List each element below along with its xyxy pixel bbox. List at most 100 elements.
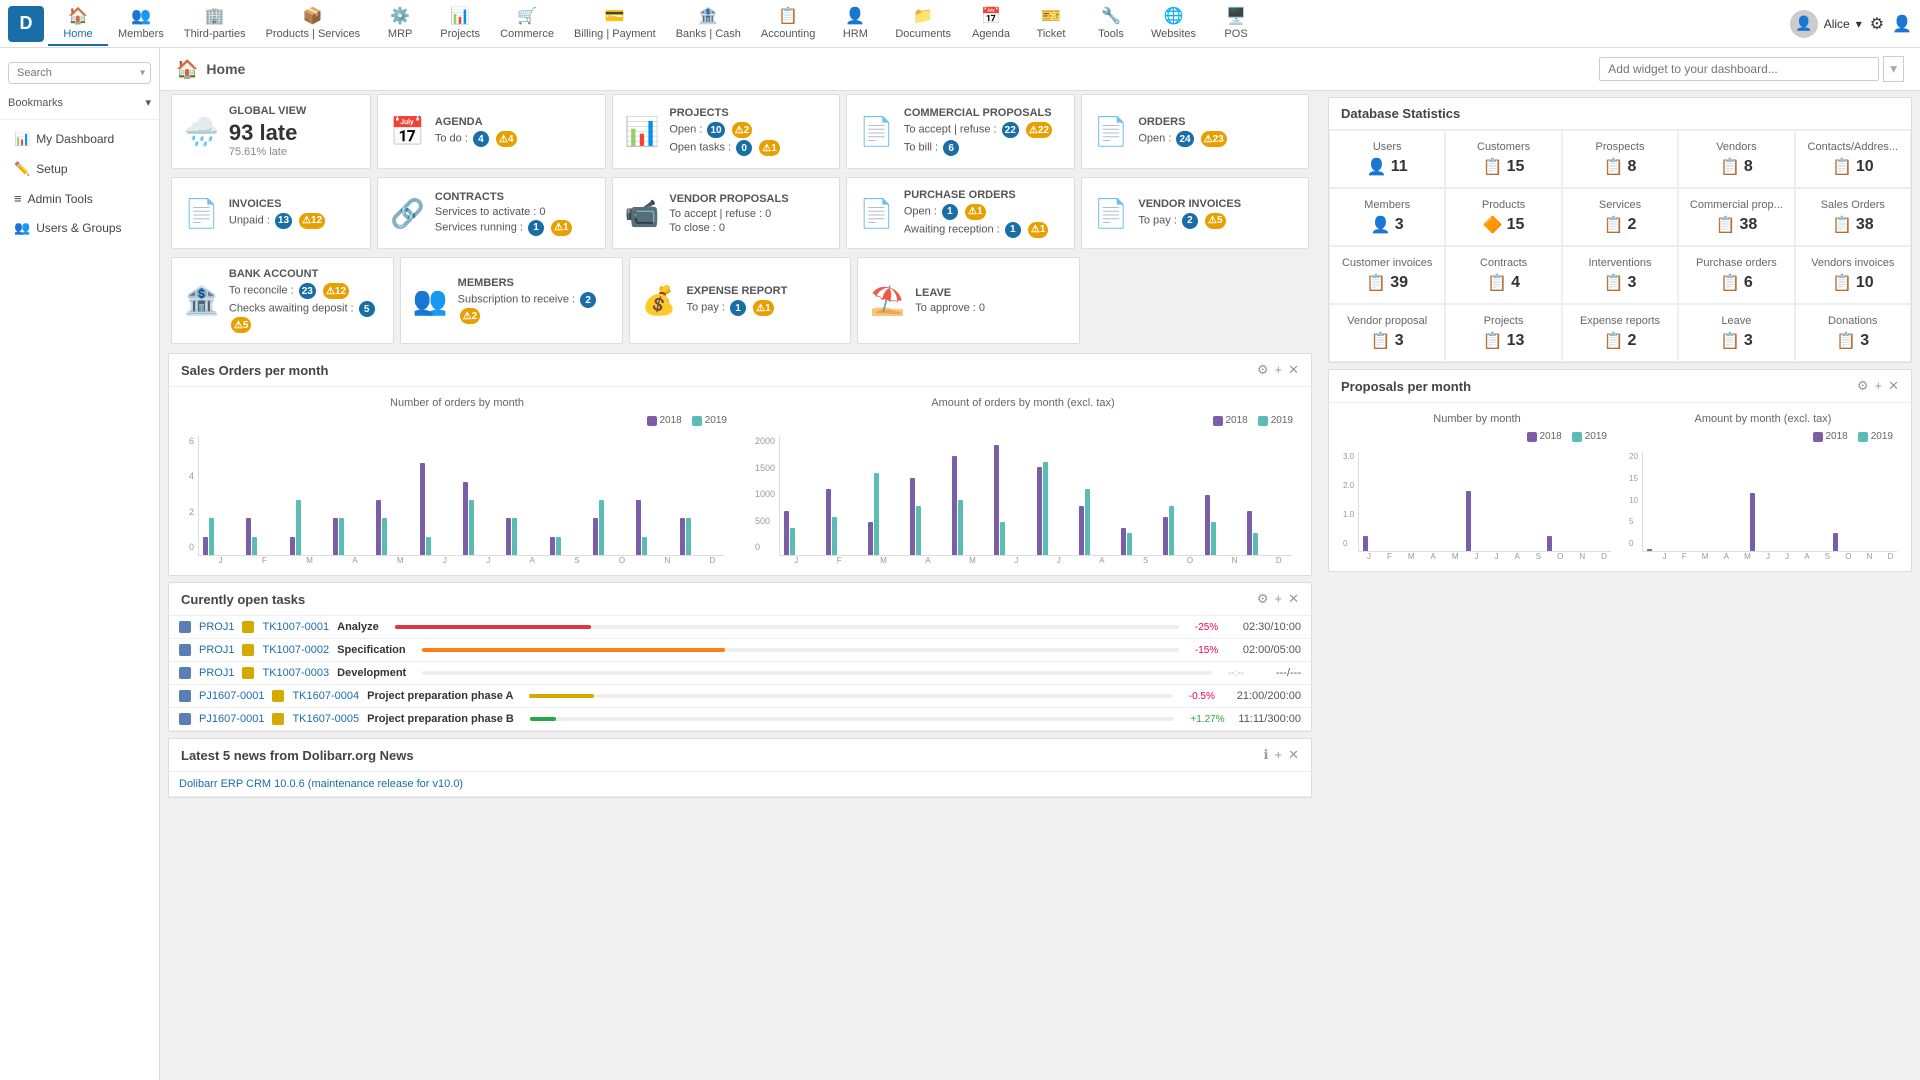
- news-close-icon[interactable]: ✕: [1288, 747, 1299, 763]
- db-stat-vendor-proposal[interactable]: Vendor proposal 📋 3: [1329, 304, 1445, 362]
- sales-amount-title: Amount of orders by month (excl. tax): [745, 397, 1301, 409]
- db-stat-sales-orders[interactable]: Sales Orders 📋 38: [1795, 188, 1911, 246]
- nav-item-mrp[interactable]: ⚙️ MRP: [370, 2, 430, 46]
- task-id-link[interactable]: TK1007-0001: [262, 621, 329, 633]
- db-stat-users[interactable]: Users 👤 11: [1329, 130, 1445, 188]
- tasks-close-icon[interactable]: ✕: [1288, 591, 1299, 607]
- breadcrumb-home-icon[interactable]: 🏠: [176, 59, 198, 80]
- nav-item-commerce[interactable]: 🛒 Commerce: [490, 2, 564, 46]
- card-leave[interactable]: ⛱️ LEAVE To approve : 0: [857, 257, 1080, 344]
- nav-item-ticket[interactable]: 🎫 Ticket: [1021, 2, 1081, 46]
- orders-title: ORDERS: [1138, 116, 1296, 128]
- db-stat-expense-reports[interactable]: Expense reports 📋 2: [1562, 304, 1678, 362]
- add-widget-dropdown-btn[interactable]: ▾: [1883, 56, 1904, 82]
- nav-item-home[interactable]: 🏠 Home: [48, 2, 108, 46]
- db-stat-customers[interactable]: Customers 📋 15: [1445, 130, 1561, 188]
- nav-item-websites[interactable]: 🌐 Websites: [1141, 2, 1206, 46]
- card-invoices[interactable]: 📄 INVOICES Unpaid : 13 ⚠12: [171, 177, 371, 249]
- proposals-add-icon[interactable]: +: [1875, 378, 1883, 394]
- news-info-icon[interactable]: ℹ: [1264, 747, 1269, 763]
- table-row[interactable]: PJ1607-0001 TK1607-0005 Project preparat…: [169, 708, 1311, 731]
- user-menu[interactable]: 👤 Alice ▾: [1790, 10, 1862, 38]
- card-purchase-orders[interactable]: 📄 PURCHASE ORDERS Open : 1 ⚠1 Awaiting r…: [846, 177, 1075, 249]
- task-proj-link[interactable]: PJ1607-0001: [199, 713, 264, 725]
- logo[interactable]: D: [8, 6, 44, 42]
- legend-dot-2018: [647, 416, 657, 426]
- nav-item-projects[interactable]: 📊 Projects: [430, 2, 490, 46]
- search-dropdown-arrow[interactable]: ▾: [140, 68, 145, 79]
- add-widget-input[interactable]: [1599, 57, 1879, 81]
- task-proj-link[interactable]: PJ1607-0001: [199, 690, 264, 702]
- home-icon: 🏠: [68, 6, 88, 26]
- nav-item-products-services[interactable]: 📦 Products | Services: [256, 2, 371, 46]
- nav-item-third-parties[interactable]: 🏢 Third-parties: [174, 2, 256, 46]
- db-stat-products[interactable]: Products 🔶 15: [1445, 188, 1561, 246]
- nav-item-tools[interactable]: 🔧 Tools: [1081, 2, 1141, 46]
- filter-icon[interactable]: ⚙: [1257, 362, 1269, 378]
- nav-item-documents[interactable]: 📁 Documents: [885, 2, 961, 46]
- db-stat-vendors-invoices[interactable]: Vendors invoices 📋 10: [1795, 246, 1911, 304]
- card-contracts[interactable]: 🔗 CONTRACTS Services to activate : 0 Ser…: [377, 177, 606, 249]
- db-stat-purchase-orders[interactable]: Purchase orders 📋 6: [1678, 246, 1794, 304]
- db-stat-contracts[interactable]: Contracts 📋 4: [1445, 246, 1561, 304]
- table-row[interactable]: PROJ1 TK1007-0001 Analyze -25% 02:30/10:…: [169, 616, 1311, 639]
- db-stat-services[interactable]: Services 📋 2: [1562, 188, 1678, 246]
- db-stat-purchase-orders-value: 📋 6: [1687, 273, 1785, 293]
- nav-item-pos[interactable]: 🖥️ POS: [1206, 2, 1266, 46]
- task-proj-link[interactable]: PROJ1: [199, 667, 234, 679]
- add-chart-icon[interactable]: +: [1275, 362, 1283, 378]
- card-projects[interactable]: 📊 PROJECTS Open : 10 ⚠2 Open tasks : 0 ⚠…: [612, 94, 841, 169]
- tasks-filter-icon[interactable]: ⚙: [1257, 591, 1269, 607]
- db-stat-customer-invoices[interactable]: Customer invoices 📋 39: [1329, 246, 1445, 304]
- settings-icon[interactable]: ⚙: [1870, 14, 1884, 34]
- table-row[interactable]: PJ1607-0001 TK1607-0004 Project preparat…: [169, 685, 1311, 708]
- task-type-icon: [272, 690, 284, 702]
- db-stat-interventions[interactable]: Interventions 📋 3: [1562, 246, 1678, 304]
- sidebar-item-users-groups[interactable]: 👥 Users & Groups: [0, 213, 159, 243]
- db-stat-donations[interactable]: Donations 📋 3: [1795, 304, 1911, 362]
- close-chart-icon[interactable]: ✕: [1288, 362, 1299, 378]
- task-id-link[interactable]: TK1007-0003: [262, 667, 329, 679]
- search-input[interactable]: [8, 62, 151, 84]
- db-stat-leave[interactable]: Leave 📋 3: [1678, 304, 1794, 362]
- card-commercial-proposals[interactable]: 📄 COMMERCIAL PROPOSALS To accept | refus…: [846, 94, 1075, 169]
- card-agenda[interactable]: 📅 AGENDA To do : 4 ⚠4: [377, 94, 606, 169]
- nav-label-accounting: Accounting: [761, 28, 815, 40]
- task-id-link[interactable]: TK1607-0005: [292, 713, 359, 725]
- nav-item-banks[interactable]: 🏦 Banks | Cash: [666, 2, 751, 46]
- db-stat-commercial-prop[interactable]: Commercial prop... 📋 38: [1678, 188, 1794, 246]
- tasks-add-icon[interactable]: +: [1275, 591, 1283, 607]
- task-proj-link[interactable]: PROJ1: [199, 644, 234, 656]
- db-stat-projects[interactable]: Projects 📋 13: [1445, 304, 1561, 362]
- proposals-close-icon[interactable]: ✕: [1888, 378, 1899, 394]
- task-id-link[interactable]: TK1007-0002: [262, 644, 329, 656]
- table-row[interactable]: PROJ1 TK1007-0003 Development --:-- ---/…: [169, 662, 1311, 685]
- db-stat-prospects[interactable]: Prospects 📋 8: [1562, 130, 1678, 188]
- card-members[interactable]: 👥 MEMBERS Subscription to receive : 2 ⚠2: [400, 257, 623, 344]
- nav-item-billing[interactable]: 💳 Billing | Payment: [564, 2, 666, 46]
- user-settings-icon[interactable]: 👤: [1892, 14, 1912, 34]
- nav-item-members[interactable]: 👥 Members: [108, 2, 174, 46]
- sidebar-item-admin-tools[interactable]: ≡ Admin Tools: [0, 184, 159, 213]
- db-stat-contacts[interactable]: Contacts/Addres... 📋 10: [1795, 130, 1911, 188]
- card-vendor-invoices[interactable]: 📄 VENDOR INVOICES To pay : 2 ⚠5: [1081, 177, 1310, 249]
- proposals-filter-icon[interactable]: ⚙: [1857, 378, 1869, 394]
- card-bank-account[interactable]: 🏦 BANK ACCOUNT To reconcile : 23 ⚠12 Che…: [171, 257, 394, 344]
- nav-item-accounting[interactable]: 📋 Accounting: [751, 2, 825, 46]
- table-row[interactable]: PROJ1 TK1007-0002 Specification -15% 02:…: [169, 639, 1311, 662]
- nav-item-hrm[interactable]: 👤 HRM: [825, 2, 885, 46]
- bookmarks-row[interactable]: Bookmarks ▾: [0, 90, 159, 115]
- card-vendor-proposals[interactable]: 📹 VENDOR PROPOSALS To accept | refuse : …: [612, 177, 841, 249]
- nav-item-agenda[interactable]: 📅 Agenda: [961, 2, 1021, 46]
- task-proj-link[interactable]: PROJ1: [199, 621, 234, 633]
- sidebar-item-setup[interactable]: ✏️ Setup: [0, 154, 159, 184]
- card-global-view[interactable]: 🌧️ GLOBAL VIEW 93 late 75.61% late: [171, 94, 371, 169]
- db-stat-members[interactable]: Members 👤 3: [1329, 188, 1445, 246]
- news-add-icon[interactable]: +: [1275, 747, 1283, 763]
- card-orders[interactable]: 📄 ORDERS Open : 24 ⚠23: [1081, 94, 1310, 169]
- list-item[interactable]: Dolibarr ERP CRM 10.0.6 (maintenance rel…: [169, 772, 1311, 797]
- card-expense-report[interactable]: 💰 EXPENSE REPORT To pay : 1 ⚠1: [629, 257, 852, 344]
- db-stat-vendors[interactable]: Vendors 📋 8: [1678, 130, 1794, 188]
- task-id-link[interactable]: TK1607-0004: [292, 690, 359, 702]
- sidebar-item-dashboard[interactable]: 📊 My Dashboard: [0, 124, 159, 154]
